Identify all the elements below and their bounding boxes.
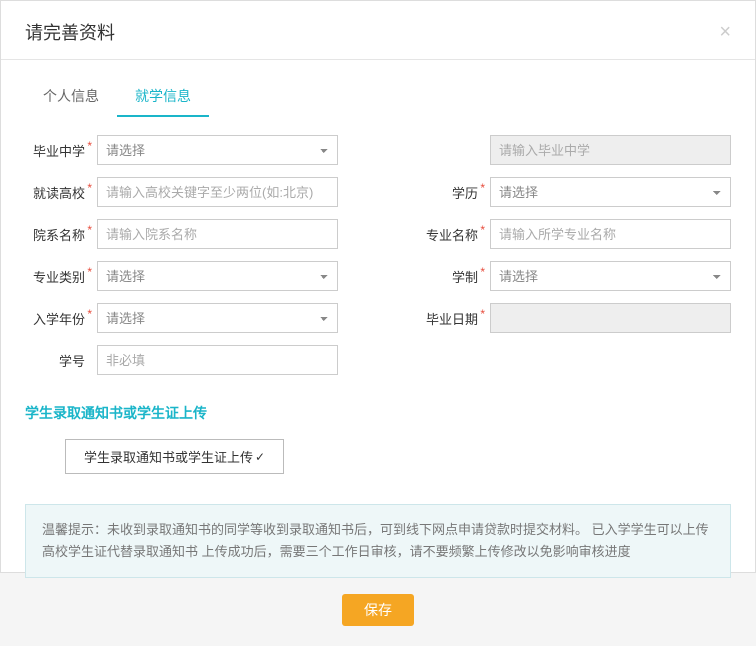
label-college: 就读高校	[25, 183, 85, 202]
tabs: 个人信息 就学信息	[25, 78, 731, 117]
label-major: 专业名称	[418, 225, 478, 244]
input-student-id[interactable]	[97, 345, 338, 375]
label-major-type: 专业类别	[25, 267, 85, 286]
label-grad-date: 毕业日期	[418, 309, 478, 328]
label-enroll-year: 入学年份	[25, 309, 85, 328]
hint-box: 温馨提示：未收到录取通知书的同学等收到录取通知书后，可到线下网点申请贷款时提交材…	[25, 504, 731, 578]
label-education: 学历	[418, 183, 478, 202]
check-icon: ✓	[255, 450, 265, 464]
modal-dialog: 请完善资料 × 个人信息 就学信息 毕业中学 请选择	[0, 0, 756, 573]
modal-title: 请完善资料	[25, 19, 115, 45]
label-department: 院系名称	[25, 225, 85, 244]
upload-button[interactable]: 学生录取通知书或学生证上传✓	[65, 439, 284, 474]
label-student-id: 学号	[25, 351, 85, 370]
modal-body: 个人信息 就学信息 毕业中学 请选择 就读高校	[1, 78, 755, 646]
save-button[interactable]: 保存	[342, 594, 414, 626]
save-wrap: 保存	[25, 594, 731, 626]
select-enroll-year[interactable]: 请选择	[97, 303, 338, 333]
label-graduate-school: 毕业中学	[25, 141, 85, 160]
label-school-system: 学制	[418, 267, 478, 286]
modal-header: 请完善资料 ×	[1, 1, 755, 60]
input-department[interactable]	[97, 219, 338, 249]
input-grad-date	[490, 303, 731, 333]
select-graduate-school[interactable]: 请选择	[97, 135, 338, 165]
select-major-type[interactable]: 请选择	[97, 261, 338, 291]
input-major[interactable]	[490, 219, 731, 249]
upload-section: 学生录取通知书或学生证上传 学生录取通知书或学生证上传✓	[25, 403, 731, 474]
close-icon[interactable]: ×	[719, 22, 731, 42]
select-education[interactable]: 请选择	[490, 177, 731, 207]
upload-button-label: 学生录取通知书或学生证上传	[84, 447, 253, 466]
form: 毕业中学 请选择 就读高校 学历 请选择	[25, 135, 731, 375]
input-graduate-school-text	[490, 135, 731, 165]
tab-education[interactable]: 就学信息	[117, 78, 209, 116]
input-college[interactable]	[97, 177, 338, 207]
select-school-system[interactable]: 请选择	[490, 261, 731, 291]
upload-title: 学生录取通知书或学生证上传	[25, 403, 731, 423]
tab-personal[interactable]: 个人信息	[25, 78, 117, 116]
